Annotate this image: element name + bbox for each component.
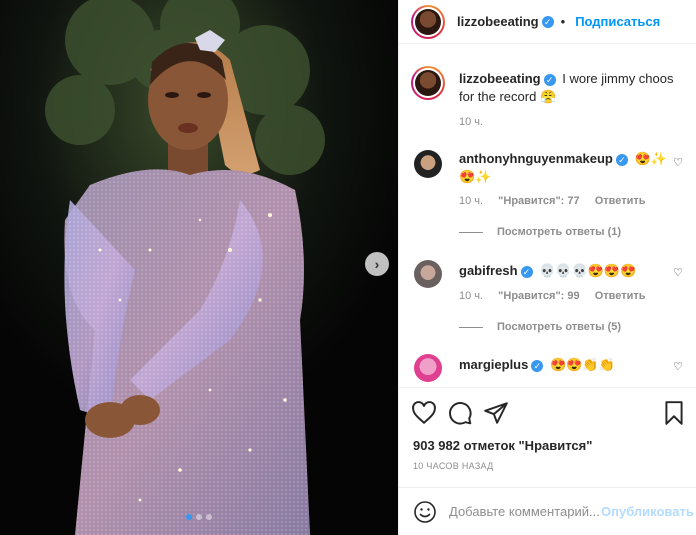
caption-emoji: 😤 <box>539 89 557 104</box>
comment-username[interactable]: margieplus <box>459 357 528 372</box>
bookmark-icon[interactable] <box>661 400 687 426</box>
comment-input[interactable]: Добавьте комментарий... <box>449 504 599 519</box>
separator: • <box>560 14 566 29</box>
reply-button[interactable]: Ответить <box>595 290 646 302</box>
caption-time-label: 10 ч. <box>459 116 484 128</box>
next-photo-button[interactable]: › <box>365 252 389 276</box>
comment-time: 10 ч. <box>459 195 484 207</box>
view-replies-button[interactable]: Посмотреть ответы (1) <box>459 226 621 238</box>
carousel-dot <box>196 514 202 520</box>
chevron-right-icon: › <box>374 256 380 272</box>
caption-text: lizzobeeating ✓ I wore jimmy choos for th… <box>459 70 691 106</box>
comment-text: margieplus ✓ 😍😍👏👏 <box>459 356 675 374</box>
avatar[interactable] <box>414 354 442 382</box>
action-bar <box>399 387 696 435</box>
comment-meta: 10 ч. "Нравится": 99 Ответить <box>459 290 658 302</box>
avatar[interactable] <box>414 260 442 288</box>
view-replies-label: Посмотреть ответы (5) <box>497 321 622 333</box>
comment-emoji: 😍✨ <box>634 151 667 166</box>
comment-icon[interactable] <box>447 400 473 426</box>
verified-icon: ✓ <box>531 359 544 372</box>
avatar[interactable] <box>411 4 445 39</box>
carousel-dot <box>186 514 192 520</box>
comment-likes[interactable]: "Нравится": 99 <box>498 290 579 302</box>
caption-username[interactable]: lizzobeeating <box>459 71 541 86</box>
verified-icon: ✓ <box>541 15 554 28</box>
post-header: lizzobeeating ✓ • Подписаться <box>399 0 696 44</box>
comment-text: anthonyhnguyenmakeup ✓ 😍✨ 😍✨ <box>459 150 675 186</box>
post-media[interactable]: › <box>0 0 398 535</box>
post-sidebar: lizzobeeating ✓ • Подписаться lizzobeeat… <box>398 0 696 535</box>
publish-button[interactable]: Опубликовать <box>601 504 694 519</box>
comment-username[interactable]: anthonyhnguyenmakeup <box>459 151 613 166</box>
avatar[interactable] <box>414 150 442 178</box>
verified-icon: ✓ <box>520 265 533 278</box>
comment-text: gabifresh ✓ 💀💀💀😍😍😍 <box>459 262 675 280</box>
post-photo <box>0 0 398 535</box>
comment-likes[interactable]: "Нравится": 77 <box>498 195 579 207</box>
comment-time: 10 ч. <box>459 290 484 302</box>
caption-time: 10 ч. <box>459 116 495 128</box>
comments-list[interactable]: lizzobeeating ✓ I wore jimmy choos for th… <box>399 44 696 387</box>
verified-icon: ✓ <box>615 153 628 166</box>
reply-button[interactable]: Ответить <box>595 195 646 207</box>
heart-icon[interactable]: ♡ <box>673 156 683 169</box>
comment-username[interactable]: gabifresh <box>459 263 518 278</box>
smile-icon[interactable] <box>413 500 437 524</box>
verified-icon: ✓ <box>543 73 556 86</box>
view-replies-button[interactable]: Посмотреть ответы (5) <box>459 321 621 333</box>
comment-meta: 10 ч. "Нравится": 77 Ответить <box>459 195 658 207</box>
avatar[interactable] <box>411 66 445 100</box>
post-timestamp[interactable]: 10 ЧАСОВ НАЗАД <box>413 461 494 471</box>
carousel-indicator <box>0 514 398 520</box>
carousel-dot <box>206 514 212 520</box>
heart-icon[interactable] <box>411 400 437 426</box>
likes-count[interactable]: 903 982 отметок "Нравится" <box>413 438 592 453</box>
add-comment-bar: Добавьте комментарий... Опубликовать <box>399 487 696 535</box>
follow-button[interactable]: Подписаться <box>575 14 660 29</box>
comment-emoji-line2: 😍✨ <box>459 169 492 184</box>
heart-icon[interactable]: ♡ <box>673 266 683 279</box>
share-icon[interactable] <box>483 400 509 426</box>
comment-emoji: 😍😍👏👏 <box>549 357 615 372</box>
comment-emoji: 💀💀💀😍😍😍 <box>539 263 637 278</box>
view-replies-label: Посмотреть ответы (1) <box>497 226 622 238</box>
heart-icon[interactable]: ♡ <box>673 360 683 373</box>
author-username[interactable]: lizzobeeating <box>457 14 539 29</box>
